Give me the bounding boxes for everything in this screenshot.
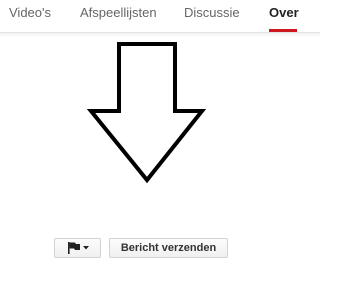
tab-about[interactable]: Over bbox=[269, 5, 299, 20]
channel-tab-bar: Video's Afspeellijsten Discussie Over bbox=[0, 0, 320, 33]
channel-page: Video's Afspeellijsten Discussie Over Be… bbox=[0, 0, 345, 304]
flag-menu-button[interactable] bbox=[54, 238, 101, 258]
active-tab-indicator bbox=[269, 29, 297, 32]
send-message-button[interactable]: Bericht verzenden bbox=[109, 238, 228, 258]
tab-discussion[interactable]: Discussie bbox=[184, 5, 240, 20]
tab-videos[interactable]: Video's bbox=[9, 5, 51, 20]
caret-down-icon bbox=[83, 246, 89, 250]
tab-playlists[interactable]: Afspeellijsten bbox=[80, 5, 157, 20]
flag-icon bbox=[68, 242, 80, 254]
tab-bar-shadow bbox=[0, 33, 320, 37]
down-arrow-icon bbox=[86, 40, 210, 186]
